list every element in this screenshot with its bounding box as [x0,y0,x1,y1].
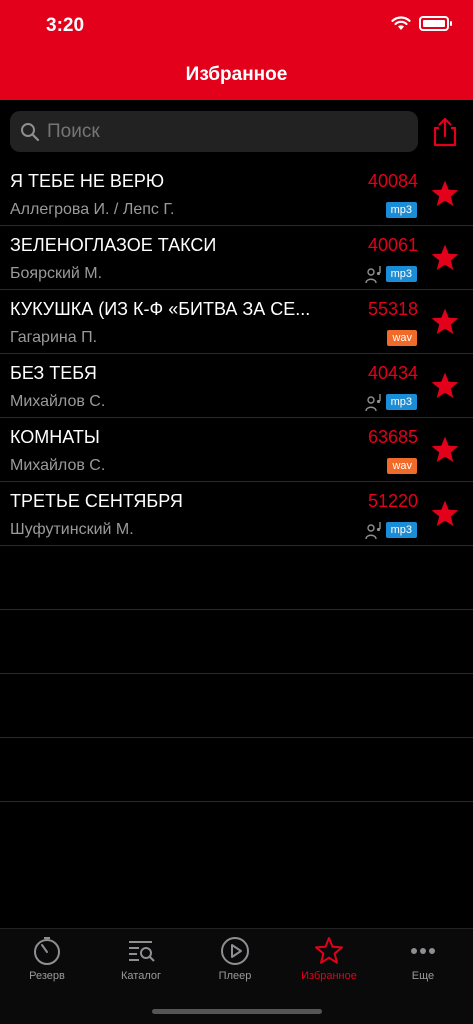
format-badge: mp3 [385,202,417,218]
backing-vocal-icon [365,522,381,540]
wifi-icon [391,16,411,30]
song-code: 40084 [367,171,418,191]
tab-label: Плеер [218,970,252,982]
song-title: ЗЕЛЕНОГЛАЗОЕ ТАКСИ [10,235,217,255]
star-icon[interactable] [430,435,460,465]
format-badge: wav [387,458,417,474]
format-badge: mp3 [385,266,417,282]
home-indicator [152,1009,322,1014]
star-icon[interactable] [430,307,460,337]
star-icon[interactable] [430,371,460,401]
song-title: БЕЗ ТЕБЯ [10,363,97,383]
nav-header: 3:20 Избранное [0,0,473,100]
list-item[interactable]: КОМНАТЫ Михайлов С. 63685 wav [0,418,473,482]
timer-icon [34,937,60,965]
list-item[interactable]: ТРЕТЬЕ СЕНТЯБРЯ Шуфутинский М. 51220 mp3 [0,482,473,546]
song-code: 40061 [367,235,418,255]
song-code: 40434 [367,363,418,383]
search-icon [21,122,40,141]
empty-row [0,546,473,610]
status-time: 3:20 [46,15,85,36]
tab-label: Резерв [29,970,65,982]
battery-icon [419,16,452,31]
play-icon [221,937,249,965]
tab-reserve[interactable]: Резерв [0,929,94,993]
song-title: КОМНАТЫ [10,427,100,447]
list-item[interactable]: БЕЗ ТЕБЯ Михайлов С. 40434 mp3 [0,354,473,418]
tab-catalog[interactable]: Каталог [94,929,188,993]
more-icon [411,948,435,954]
backing-vocal-icon [365,394,381,412]
star-icon[interactable] [430,243,460,273]
favorites-list: Я ТЕБЕ НЕ ВЕРЮ Аллегрова И. / Лепс Г. 40… [0,162,473,802]
song-artist: Аллегрова И. / Лепс Г. [10,201,175,218]
empty-row [0,610,473,674]
star-icon [315,937,343,964]
status-icons [391,16,452,31]
catalog-icon [129,941,155,962]
search-input[interactable] [47,120,377,143]
search-bar[interactable] [10,111,418,152]
list-item[interactable]: Я ТЕБЕ НЕ ВЕРЮ Аллегрова И. / Лепс Г. 40… [0,162,473,226]
song-artist: Михайлов С. [10,393,106,410]
tab-label: Еще [411,970,435,982]
song-code: 63685 [367,427,418,447]
format-badge: mp3 [385,522,417,538]
song-code: 51220 [367,491,418,511]
song-artist: Шуфутинский М. [10,521,134,538]
song-artist: Боярский М. [10,265,103,282]
empty-row [0,674,473,738]
tab-favorites[interactable]: Избранное [282,929,376,993]
tab-player[interactable]: Плеер [188,929,282,993]
page-title: Избранное [185,64,288,85]
song-artist: Михайлов С. [10,457,106,474]
song-artist: Гагарина П. [10,329,98,346]
song-title: Я ТЕБЕ НЕ ВЕРЮ [10,171,165,191]
song-title: ТРЕТЬЕ СЕНТЯБРЯ [10,491,183,511]
tab-more[interactable]: Еще [376,929,470,993]
empty-row [0,738,473,802]
format-badge: mp3 [385,394,417,410]
tab-label: Каталог [121,970,161,982]
list-item[interactable]: ЗЕЛЕНОГЛАЗОЕ ТАКСИ Боярский М. 40061 mp3 [0,226,473,290]
tab-label: Избранное [301,970,357,982]
song-code: 55318 [367,299,418,319]
format-badge: wav [387,330,417,346]
backing-vocal-icon [365,266,381,284]
star-icon[interactable] [430,179,460,209]
star-icon[interactable] [430,499,460,529]
list-item[interactable]: КУКУШКА (ИЗ К-Ф «БИТВА ЗА СЕ... Гагарина… [0,290,473,354]
song-title: КУКУШКА (ИЗ К-Ф «БИТВА ЗА СЕ... [10,299,311,319]
share-icon[interactable] [430,116,460,148]
